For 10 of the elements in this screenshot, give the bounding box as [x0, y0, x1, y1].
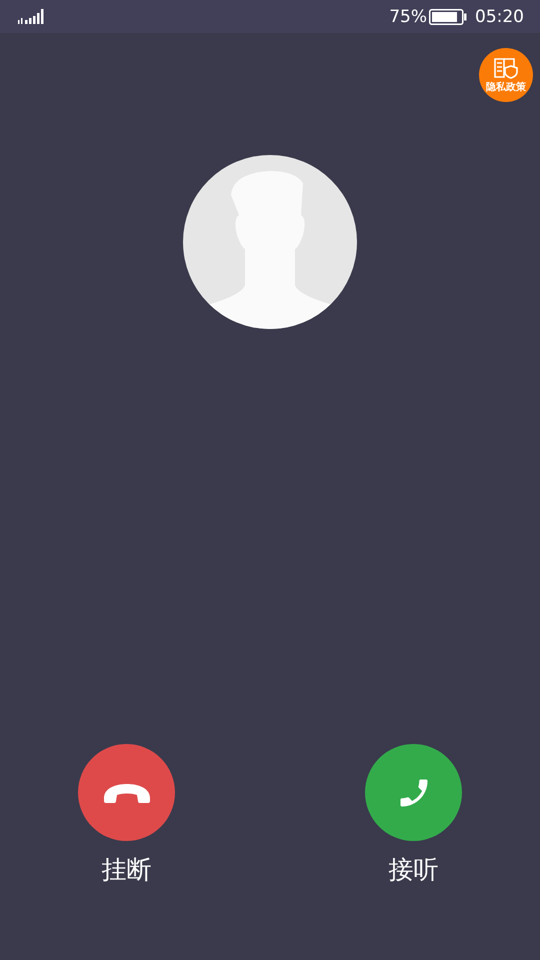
- document-shield-icon: [493, 56, 519, 78]
- hang-up-icon: [102, 782, 152, 804]
- clock: 05:20: [475, 6, 524, 26]
- privacy-policy-button[interactable]: 隐私政策: [479, 48, 533, 102]
- action-label: 接听: [388, 854, 438, 886]
- battery-percent: 75%: [389, 6, 427, 26]
- signal-icon: [18, 8, 46, 24]
- action-label: 挂断: [102, 854, 152, 886]
- battery-icon: [429, 8, 467, 24]
- avatar-icon: [183, 155, 357, 329]
